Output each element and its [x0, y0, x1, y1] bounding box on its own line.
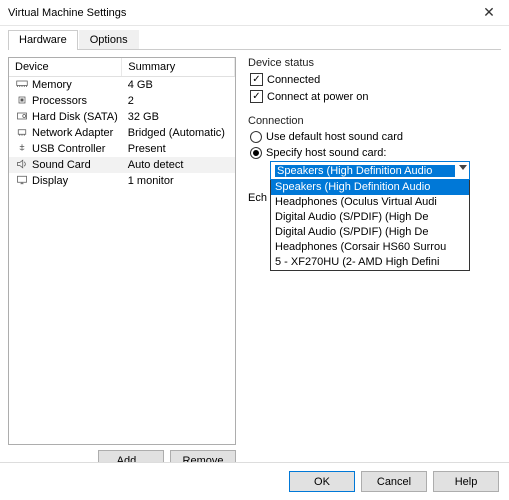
- tab-options[interactable]: Options: [79, 30, 139, 50]
- device-name: USB Controller: [32, 143, 105, 155]
- help-button[interactable]: Help: [433, 471, 499, 492]
- device-row-cpu[interactable]: Processors 2: [9, 93, 235, 109]
- device-name: Hard Disk (SATA): [32, 111, 118, 123]
- connected-checkbox[interactable]: ✓: [250, 73, 263, 86]
- device-summary: Bridged (Automatic): [122, 125, 235, 141]
- connection-title: Connection: [248, 115, 501, 127]
- device-list[interactable]: Device Summary Memory4 GBProcessors2Hard…: [8, 57, 236, 445]
- device-status-group: Device status ✓ Connected ✓ Connect at p…: [248, 57, 501, 103]
- connect-poweron-label: Connect at power on: [267, 91, 369, 103]
- tabs: Hardware Options: [0, 26, 509, 50]
- tab-hardware[interactable]: Hardware: [8, 30, 78, 50]
- close-icon: ✕: [483, 4, 495, 21]
- cancel-button[interactable]: Cancel: [361, 471, 427, 492]
- device-name: Display: [32, 175, 68, 187]
- device-summary: 2: [122, 93, 235, 109]
- device-name: Network Adapter: [32, 127, 113, 139]
- radio-default-host[interactable]: [250, 131, 262, 143]
- device-summary: Auto detect: [122, 157, 235, 173]
- device-row-display[interactable]: Display 1 monitor: [9, 173, 235, 189]
- device-summary: 32 GB: [122, 109, 235, 125]
- ok-button[interactable]: OK: [289, 471, 355, 492]
- radio-specify-host-label: Specify host sound card:: [266, 147, 386, 159]
- dropdown-option[interactable]: Digital Audio (S/PDIF) (High De: [271, 225, 469, 240]
- dropdown-option[interactable]: Digital Audio (S/PDIF) (High De: [271, 210, 469, 225]
- device-row-nic[interactable]: Network Adapter Bridged (Automatic): [9, 125, 235, 141]
- col-summary[interactable]: Summary: [122, 58, 235, 77]
- dropdown-option[interactable]: Speakers (High Definition Audio: [271, 180, 469, 195]
- disk-icon: [15, 111, 29, 123]
- device-summary: Present: [122, 141, 235, 157]
- sound-card-dropdown[interactable]: Speakers (High Definition Audio Speakers…: [270, 161, 470, 180]
- memory-icon: [15, 79, 29, 91]
- device-name: Processors: [32, 95, 87, 107]
- display-icon: [15, 175, 29, 187]
- device-name: Memory: [32, 79, 72, 91]
- window-title: Virtual Machine Settings: [8, 7, 469, 19]
- dialog-footer: OK Cancel Help: [0, 462, 509, 500]
- sound-icon: [15, 159, 29, 171]
- connected-label: Connected: [267, 74, 320, 86]
- cpu-icon: [15, 95, 29, 107]
- device-name: Sound Card: [32, 159, 91, 171]
- chevron-down-icon: [459, 165, 467, 170]
- dropdown-selected: Speakers (High Definition Audio: [275, 165, 455, 177]
- close-button[interactable]: ✕: [469, 0, 509, 26]
- connect-poweron-checkbox[interactable]: ✓: [250, 90, 263, 103]
- device-row-disk[interactable]: Hard Disk (SATA) 32 GB: [9, 109, 235, 125]
- device-row-memory[interactable]: Memory 4 GB: [9, 77, 235, 94]
- connection-group: Connection Use default host sound card S…: [248, 115, 501, 180]
- dropdown-option[interactable]: Headphones (Oculus Virtual Audi: [271, 195, 469, 210]
- col-device[interactable]: Device: [9, 58, 122, 77]
- device-row-usb[interactable]: USB Controller Present: [9, 141, 235, 157]
- dropdown-list[interactable]: Speakers (High Definition AudioHeadphone…: [270, 180, 470, 271]
- radio-default-host-label: Use default host sound card: [266, 131, 403, 143]
- device-row-sound[interactable]: Sound Card Auto detect: [9, 157, 235, 173]
- dropdown-option[interactable]: 5 - XF270HU (2- AMD High Defini: [271, 255, 469, 270]
- radio-specify-host[interactable]: [250, 147, 262, 159]
- device-status-title: Device status: [248, 57, 501, 69]
- nic-icon: [15, 127, 29, 139]
- device-summary: 4 GB: [122, 77, 235, 94]
- usb-icon: [15, 143, 29, 155]
- dropdown-option[interactable]: Headphones (Corsair HS60 Surrou: [271, 240, 469, 255]
- echo-label-truncated: Ech: [248, 192, 267, 204]
- titlebar: Virtual Machine Settings ✕: [0, 0, 509, 26]
- device-summary: 1 monitor: [122, 173, 235, 189]
